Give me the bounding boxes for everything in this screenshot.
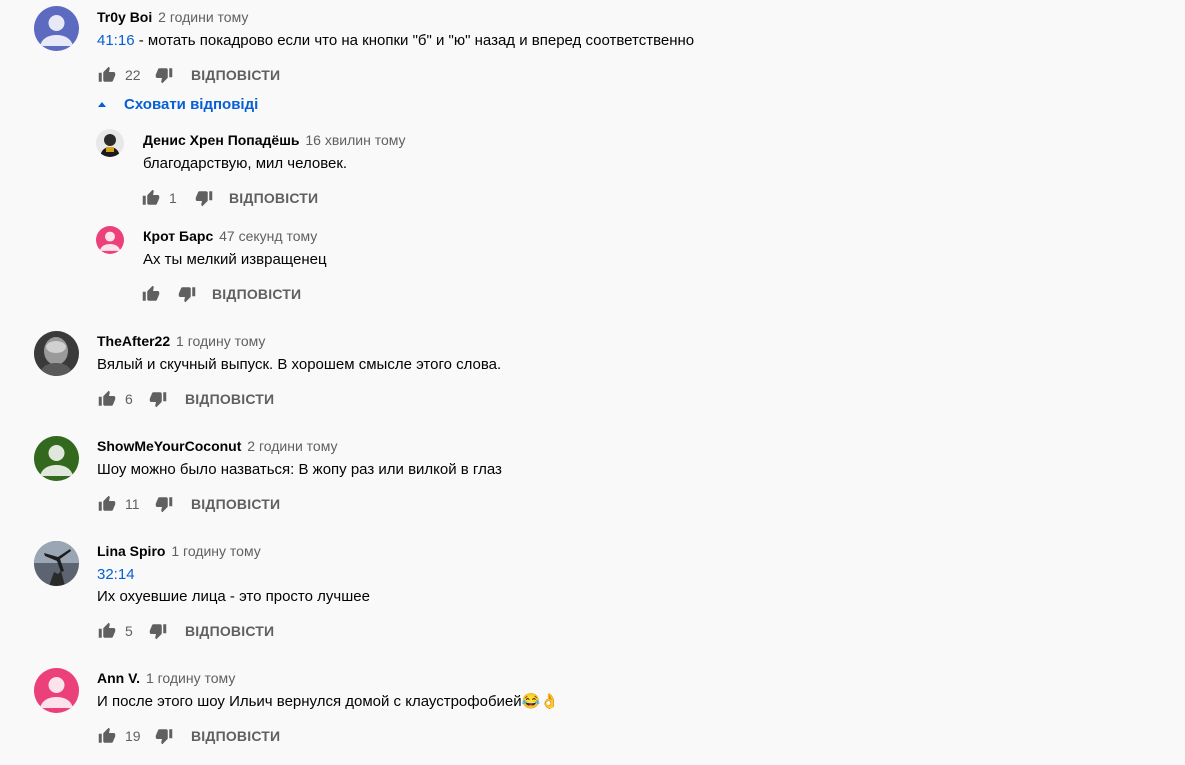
comment-header: TheAfter22 1 годину тому bbox=[97, 333, 265, 349]
comment-header: Tr0y Boi 2 години тому bbox=[97, 9, 248, 25]
author-name[interactable]: ShowMeYourCoconut bbox=[97, 438, 241, 454]
default-avatar-icon bbox=[34, 436, 79, 481]
dislike-button[interactable] bbox=[147, 620, 169, 642]
reply-button[interactable]: ВІДПОВІСТИ bbox=[191, 728, 280, 744]
thumb-down-icon bbox=[149, 622, 167, 640]
profile-photo-icon bbox=[34, 541, 79, 586]
like-count: 11 bbox=[125, 496, 140, 512]
thumb-up-icon bbox=[98, 495, 116, 513]
dislike-button[interactable] bbox=[153, 64, 175, 86]
reply-button[interactable]: ВІДПОВІСТИ bbox=[185, 623, 274, 639]
comment-time[interactable]: 1 годину тому bbox=[146, 670, 235, 686]
default-avatar-icon bbox=[34, 668, 79, 713]
avatar[interactable] bbox=[96, 226, 124, 254]
comment-time[interactable]: 16 хвилин тому bbox=[305, 132, 405, 148]
reply-button[interactable]: ВІДПОВІСТИ bbox=[185, 391, 274, 407]
video-timestamp-link[interactable]: 32:14 bbox=[97, 564, 370, 586]
comment-actions: 5 ВІДПОВІСТИ bbox=[96, 619, 274, 643]
author-name[interactable]: Денис Хрен Попадёшь bbox=[143, 132, 300, 148]
dislike-button[interactable] bbox=[193, 187, 215, 209]
default-avatar-icon bbox=[34, 6, 79, 51]
author-name[interactable]: Крот Барс bbox=[143, 228, 213, 244]
like-count: 5 bbox=[125, 623, 133, 639]
author-name[interactable]: Lina Spiro bbox=[97, 543, 165, 559]
thumb-down-icon bbox=[155, 727, 173, 745]
comment-actions: ВІДПОВІСТИ bbox=[140, 282, 301, 306]
default-avatar-icon bbox=[96, 226, 124, 254]
thumb-down-icon bbox=[178, 285, 196, 303]
comment-actions: 22 ВІДПОВІСТИ bbox=[96, 63, 280, 87]
hide-replies-label: Сховати відповіді bbox=[124, 96, 259, 113]
avatar[interactable] bbox=[34, 331, 79, 376]
like-button[interactable] bbox=[96, 493, 118, 515]
like-button[interactable] bbox=[96, 620, 118, 642]
like-button[interactable] bbox=[140, 187, 162, 209]
thumb-down-icon bbox=[149, 390, 167, 408]
comment-header: Крот Барс 47 секунд тому bbox=[143, 228, 317, 244]
comment-time[interactable]: 1 годину тому bbox=[171, 543, 260, 559]
comment-text: Ах ты мелкий извращенец bbox=[143, 251, 327, 268]
comment-header: ShowMeYourCoconut 2 години тому bbox=[97, 438, 338, 454]
video-timestamp-link[interactable]: 41:16 bbox=[97, 32, 135, 49]
comment-actions: 19 ВІДПОВІСТИ bbox=[96, 724, 280, 748]
profile-photo-icon bbox=[96, 129, 124, 157]
author-name[interactable]: Ann V. bbox=[97, 670, 140, 686]
hide-replies-button[interactable]: Сховати відповіді bbox=[96, 96, 258, 113]
like-button[interactable] bbox=[96, 388, 118, 410]
comment-time[interactable]: 2 години тому bbox=[247, 438, 337, 454]
thumb-up-icon bbox=[142, 189, 160, 207]
like-button[interactable] bbox=[96, 64, 118, 86]
like-button[interactable] bbox=[96, 725, 118, 747]
comment-text: благодарствую, мил человек. bbox=[143, 155, 348, 172]
dislike-button[interactable] bbox=[147, 388, 169, 410]
comment-header: Ann V. 1 годину тому bbox=[97, 670, 235, 686]
comment-text: 41:16 - мотать покадрово если что на кно… bbox=[97, 32, 695, 49]
avatar[interactable] bbox=[34, 668, 79, 713]
like-count: 1 bbox=[169, 190, 177, 206]
thumb-down-icon bbox=[195, 189, 213, 207]
thumb-down-icon bbox=[155, 495, 173, 513]
avatar[interactable] bbox=[34, 436, 79, 481]
comment-header: Денис Хрен Попадёшь 16 хвилин тому bbox=[143, 132, 406, 148]
reply-button[interactable]: ВІДПОВІСТИ bbox=[212, 286, 301, 302]
comment-header: Lina Spiro 1 годину тому bbox=[97, 543, 261, 559]
avatar[interactable] bbox=[34, 6, 79, 51]
dislike-button[interactable] bbox=[176, 283, 198, 305]
comment-time[interactable]: 47 секунд тому bbox=[219, 228, 317, 244]
comment-time[interactable]: 2 години тому bbox=[158, 9, 248, 25]
like-count: 19 bbox=[125, 728, 141, 744]
dislike-button[interactable] bbox=[153, 493, 175, 515]
caret-up-icon bbox=[98, 102, 106, 107]
like-count: 22 bbox=[125, 67, 141, 83]
dislike-button[interactable] bbox=[153, 725, 175, 747]
like-count: 6 bbox=[125, 391, 133, 407]
comment-time[interactable]: 1 годину тому bbox=[176, 333, 265, 349]
avatar[interactable] bbox=[96, 129, 124, 157]
profile-photo-icon bbox=[34, 331, 79, 376]
like-button[interactable] bbox=[140, 283, 162, 305]
thumb-up-icon bbox=[98, 390, 116, 408]
comment-text: 32:14 Их охуевшие лица - это просто лучш… bbox=[97, 564, 370, 605]
reply-button[interactable]: ВІДПОВІСТИ bbox=[191, 67, 280, 83]
comment-actions: 11 ВІДПОВІСТИ bbox=[96, 492, 280, 516]
reply-button[interactable]: ВІДПОВІСТИ bbox=[191, 496, 280, 512]
author-name[interactable]: Tr0y Boi bbox=[97, 9, 152, 25]
avatar[interactable] bbox=[34, 541, 79, 586]
comment-text: Вялый и скучный выпуск. В хорошем смысле… bbox=[97, 356, 502, 373]
thumb-up-icon bbox=[98, 727, 116, 745]
comment-text: И после этого шоу Ильич вернулся домой с… bbox=[97, 693, 559, 710]
thumb-down-icon bbox=[155, 66, 173, 84]
comment-text: Шоу можно было назваться: В жопу раз или… bbox=[97, 461, 502, 478]
thumb-up-icon bbox=[142, 285, 160, 303]
thumb-up-icon bbox=[98, 622, 116, 640]
comment-actions: 6 ВІДПОВІСТИ bbox=[96, 387, 274, 411]
author-name[interactable]: TheAfter22 bbox=[97, 333, 170, 349]
thumb-up-icon bbox=[98, 66, 116, 84]
reply-button[interactable]: ВІДПОВІСТИ bbox=[229, 190, 318, 206]
comment-actions: 1 ВІДПОВІСТИ bbox=[140, 186, 318, 210]
